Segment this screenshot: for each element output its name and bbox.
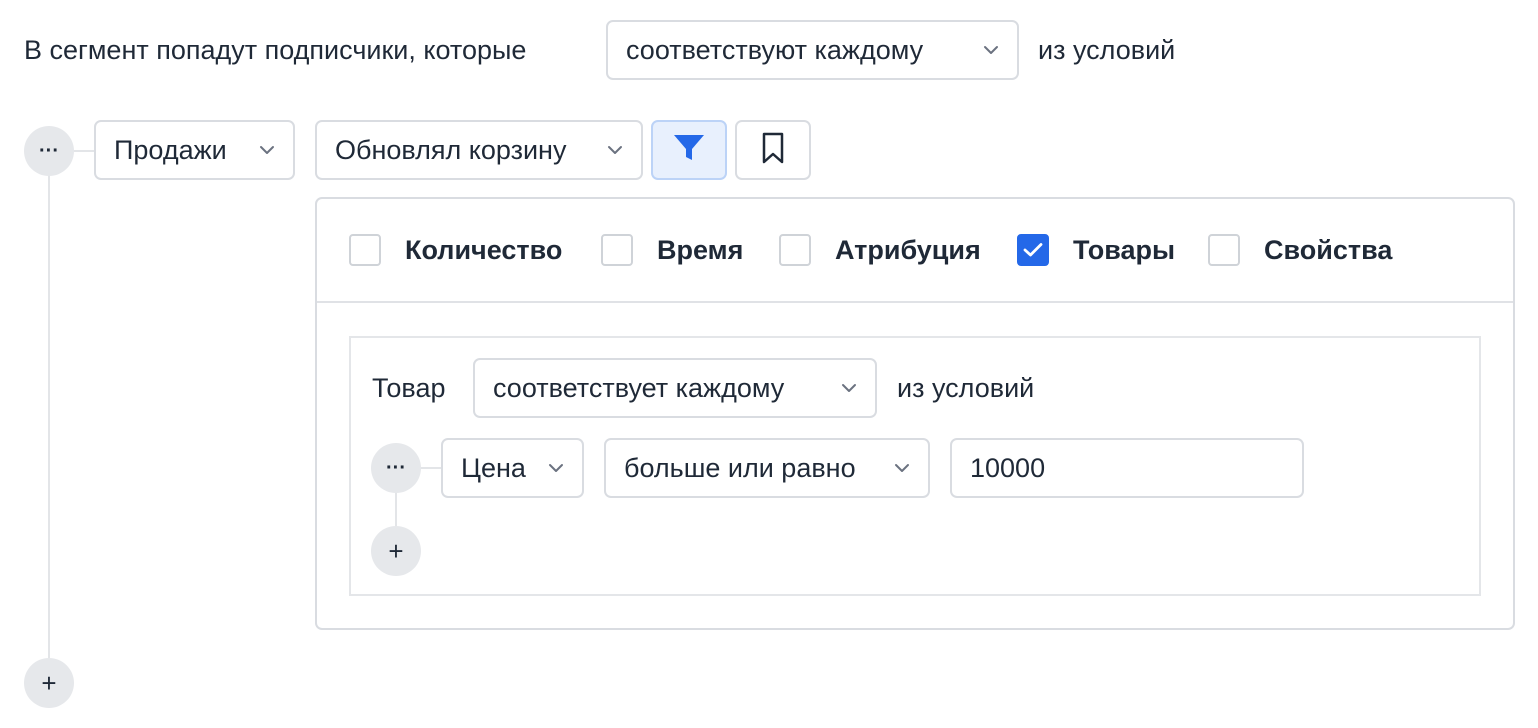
checkbox[interactable] [1208,234,1240,266]
filter-option-properties[interactable] [1208,234,1240,266]
filter-option-label: Атрибуция [835,235,981,265]
tree-connector-line [74,150,94,152]
tree-vertical-line [48,176,50,658]
condition-value-input[interactable]: 10000 [950,438,1304,498]
filter-icon [673,133,705,168]
tree-vertical-line [395,493,397,526]
rule-event-value: Обновлял корзину [335,134,567,165]
filter-option-time[interactable] [601,234,633,266]
segment-match-select[interactable]: соответствуют каждому [606,20,1019,80]
add-condition-button[interactable]: + [371,526,421,576]
checkbox-checked[interactable] [1017,234,1049,266]
plus-icon: + [41,667,57,698]
condition-value-text: 10000 [970,452,1046,483]
product-conditions-suffix: из условий [897,373,1035,403]
condition-operator-value: больше или равно [624,452,856,483]
product-match-select[interactable]: соответствует каждому [473,358,877,418]
filter-option-attribution[interactable] [779,234,811,266]
segment-match-select-value: соответствуют каждому [626,34,924,65]
filter-option-label: Товары [1073,235,1176,265]
rule-category-value: Продажи [114,134,227,165]
rule-event-select[interactable]: Обновлял корзину [315,120,643,180]
chevron-down-icon [548,463,564,473]
rule-more-button[interactable]: ··· [24,126,74,176]
rule-category-select[interactable]: Продажи [94,120,295,180]
more-horizontal-icon: ··· [39,139,59,162]
filter-option-label: Количество [405,235,563,265]
condition-operator-select[interactable]: больше или равно [604,438,930,498]
add-rule-button[interactable]: + [24,658,74,708]
chevron-down-icon [607,145,623,155]
product-match-select-value: соответствует каждому [493,372,785,403]
condition-field-select[interactable]: Цена [441,438,584,498]
check-icon [1023,243,1043,257]
product-conditions-prefix: Товар [372,373,446,403]
checkbox[interactable] [779,234,811,266]
checkbox[interactable] [601,234,633,266]
filter-option-quantity[interactable] [349,234,381,266]
bookmark-icon [761,132,785,169]
condition-more-button[interactable]: ··· [371,443,421,493]
chevron-down-icon [841,383,857,393]
filters-panel-divider [317,301,1513,303]
plus-icon: + [388,535,404,566]
chevron-down-icon [894,463,910,473]
filter-option-label: Свойства [1264,235,1393,265]
chevron-down-icon [983,45,999,55]
tree-connector-line [420,467,441,469]
chevron-down-icon [259,145,275,155]
filter-toggle-button[interactable] [651,120,727,180]
condition-field-value: Цена [461,452,526,483]
more-horizontal-icon: ··· [386,456,406,479]
segment-description-suffix: из условий [1038,35,1176,65]
bookmark-button[interactable] [735,120,811,180]
filter-option-label: Время [657,235,744,265]
segment-description-prefix: В сегмент попадут подписчики, которые [24,35,527,65]
filter-option-products[interactable] [1017,234,1049,266]
checkbox[interactable] [349,234,381,266]
